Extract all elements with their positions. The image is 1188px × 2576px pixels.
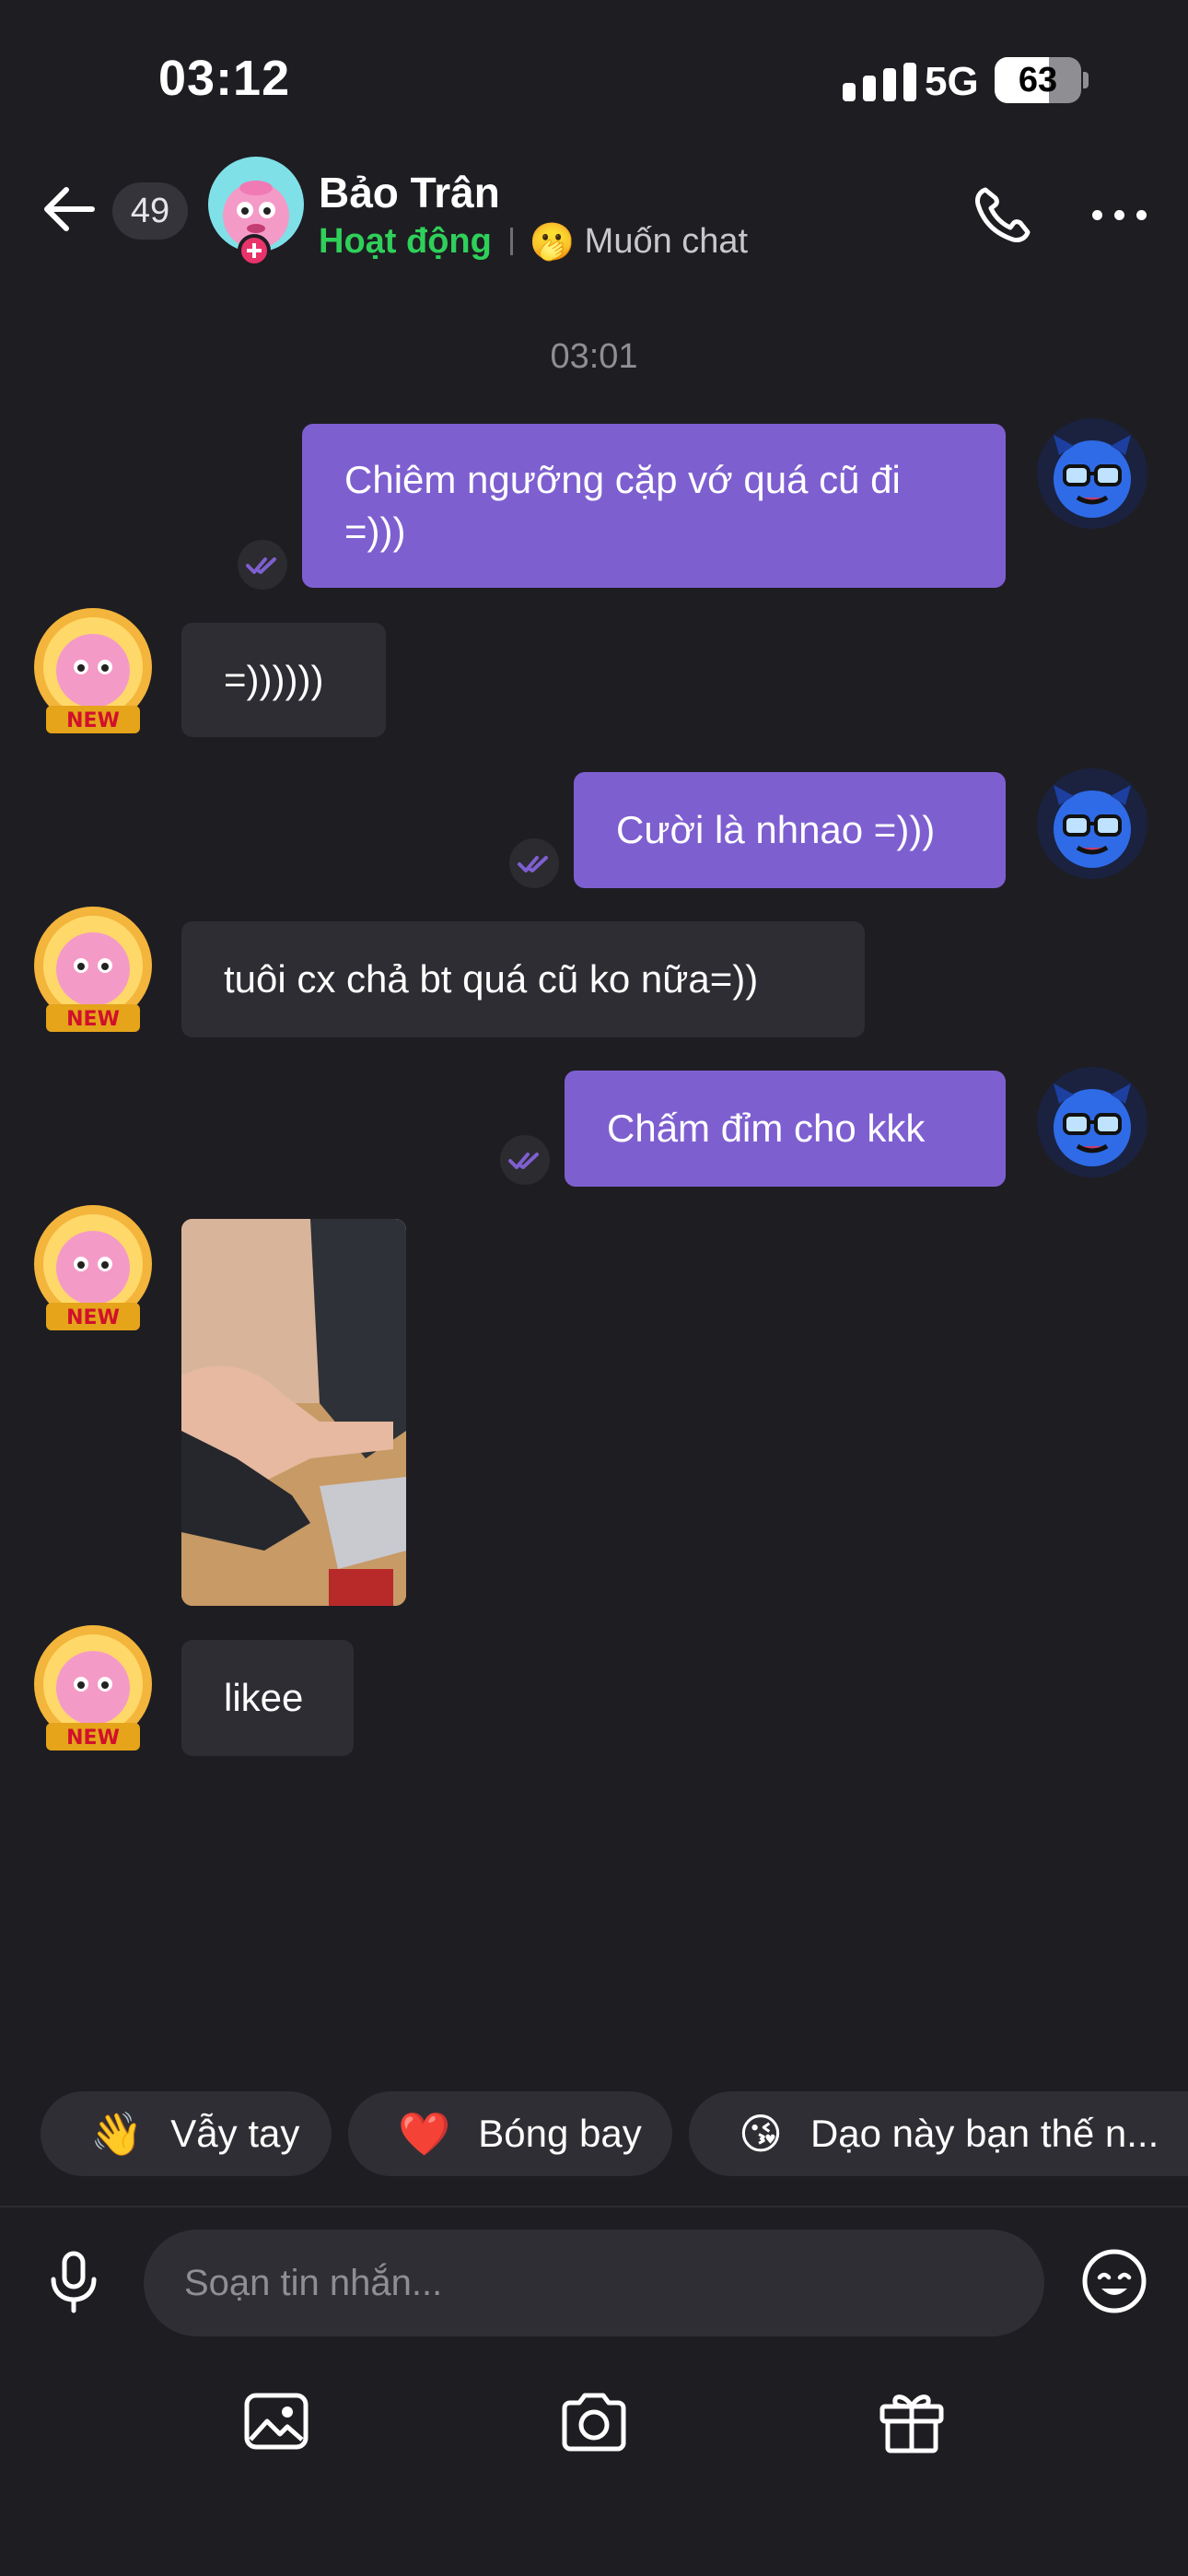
quick-reply-greeting[interactable]: 😘 Dạo này bạn thế n... [689, 2091, 1188, 2176]
back-arrow-icon [44, 187, 95, 231]
emoji-picker-button[interactable] [1076, 2242, 1153, 2320]
contact-name[interactable]: Bảo Trân [319, 168, 500, 217]
mic-icon [51, 2251, 97, 2313]
message-bubble-outgoing[interactable]: Chấm đỉm cho kkk [565, 1071, 1006, 1187]
peer-avatar[interactable]: NEW [24, 896, 162, 1043]
read-check-icon [509, 838, 559, 888]
blue-monster-avatar-image [1054, 435, 1131, 518]
image-icon [244, 2393, 309, 2450]
quick-reply-wave[interactable]: 👋 Vẫy tay [41, 2091, 332, 2176]
status-bar: 03:12 5G 63 [0, 0, 1188, 157]
wave-emoji-icon: 👋 [90, 2109, 144, 2158]
message-photo[interactable] [181, 1219, 406, 1606]
mood-text: Muốn chat [584, 221, 749, 261]
peer-avatar-new-badge-image: NEW [34, 608, 152, 733]
new-badge-text: NEW [66, 1008, 120, 1031]
peer-avatar[interactable]: NEW [24, 597, 162, 744]
message-text: likee [224, 1676, 304, 1719]
battery-nub [1083, 72, 1089, 88]
quick-reply-balloon[interactable]: ❤️ Bóng bay [348, 2091, 672, 2176]
chat-header: 49 Bảo Trân Hoạt động 🫢 Muốn chat [0, 157, 1188, 313]
blue-monster-avatar-image [1054, 785, 1131, 868]
peer-avatar[interactable]: NEW [24, 1614, 162, 1762]
peer-avatar-new-badge-image: NEW [34, 1205, 152, 1330]
peer-avatar-new-badge-image: NEW [34, 907, 152, 1032]
quick-reply-label: Dạo này bạn thế n... [809, 2112, 1159, 2155]
quick-reply-label: Bóng bay [478, 2112, 642, 2155]
voice-message-button[interactable] [41, 2248, 107, 2314]
divider [509, 228, 513, 255]
message-bubble-outgoing[interactable]: Cười là nhnao =))) [574, 772, 1006, 888]
self-avatar[interactable] [1037, 1067, 1147, 1177]
battery-icon: 63 [995, 57, 1081, 103]
message-text: =)))))) [224, 658, 324, 701]
new-badge-text: NEW [66, 709, 120, 732]
message-input[interactable] [144, 2230, 1044, 2336]
call-button[interactable] [967, 177, 1041, 251]
message-bubble-incoming[interactable]: likee [181, 1640, 354, 1756]
presence-row: Hoạt động 🫢 Muốn chat [319, 219, 748, 263]
message-bubble-outgoing[interactable]: Chiêm ngưỡng cặp vớ quá cũ đi =))) [302, 424, 1006, 588]
time-separator: 03:01 [550, 337, 638, 376]
network-label: 5G [925, 59, 979, 104]
self-avatar[interactable] [1037, 418, 1147, 529]
peer-avatar[interactable]: NEW [24, 1194, 162, 1341]
camera-icon [562, 2393, 626, 2452]
new-badge-text: NEW [66, 1727, 120, 1750]
unread-count-badge[interactable]: 49 [112, 182, 188, 240]
blue-monster-avatar-image [1054, 1083, 1131, 1166]
presence-status: Hoạt động [319, 221, 492, 261]
more-options-button[interactable] [1083, 177, 1157, 251]
status-time: 03:12 [158, 51, 291, 106]
quick-reply-bar: 👋 Vẫy tay ❤️ Bóng bay 😘 Dạo này bạn thế … [0, 2091, 1188, 2180]
message-text: Chấm đỉm cho kkk [607, 1107, 926, 1150]
heart-emoji-icon: ❤️ [398, 2109, 451, 2158]
self-avatar[interactable] [1037, 768, 1147, 879]
add-friend-badge[interactable] [238, 234, 271, 267]
message-text: tuôi cx chả bt quá cũ ko nữa=)) [224, 957, 759, 1001]
photo-image [181, 1219, 406, 1606]
read-check-icon [238, 540, 287, 590]
back-button[interactable] [37, 177, 101, 241]
mood-emoji: 🫢 [529, 221, 576, 263]
new-badge-text: NEW [66, 1306, 120, 1329]
message-text: Cười là nhnao =))) [616, 808, 936, 851]
signal-icon [843, 63, 916, 101]
emoji-icon [1082, 2249, 1147, 2313]
read-check-icon [500, 1135, 550, 1185]
message-bubble-incoming[interactable]: tuôi cx chả bt quá cũ ko nữa=)) [181, 921, 865, 1037]
message-text: Chiêm ngưỡng cặp vớ quá cũ đi =))) [344, 458, 901, 553]
peer-avatar-new-badge-image: NEW [34, 1625, 152, 1751]
message-bubble-incoming[interactable]: =)))))) [181, 623, 386, 737]
gift-icon [879, 2395, 944, 2453]
composer-divider [0, 2206, 1188, 2207]
battery-percent: 63 [1018, 61, 1058, 100]
quick-reply-label: Vẫy tay [170, 2112, 300, 2155]
gift-button[interactable] [873, 2383, 950, 2460]
camera-button[interactable] [555, 2383, 633, 2460]
image-gallery-button[interactable] [238, 2383, 315, 2460]
phone-icon [975, 187, 1031, 242]
wink-kiss-emoji-icon: 😘 [739, 2110, 783, 2158]
